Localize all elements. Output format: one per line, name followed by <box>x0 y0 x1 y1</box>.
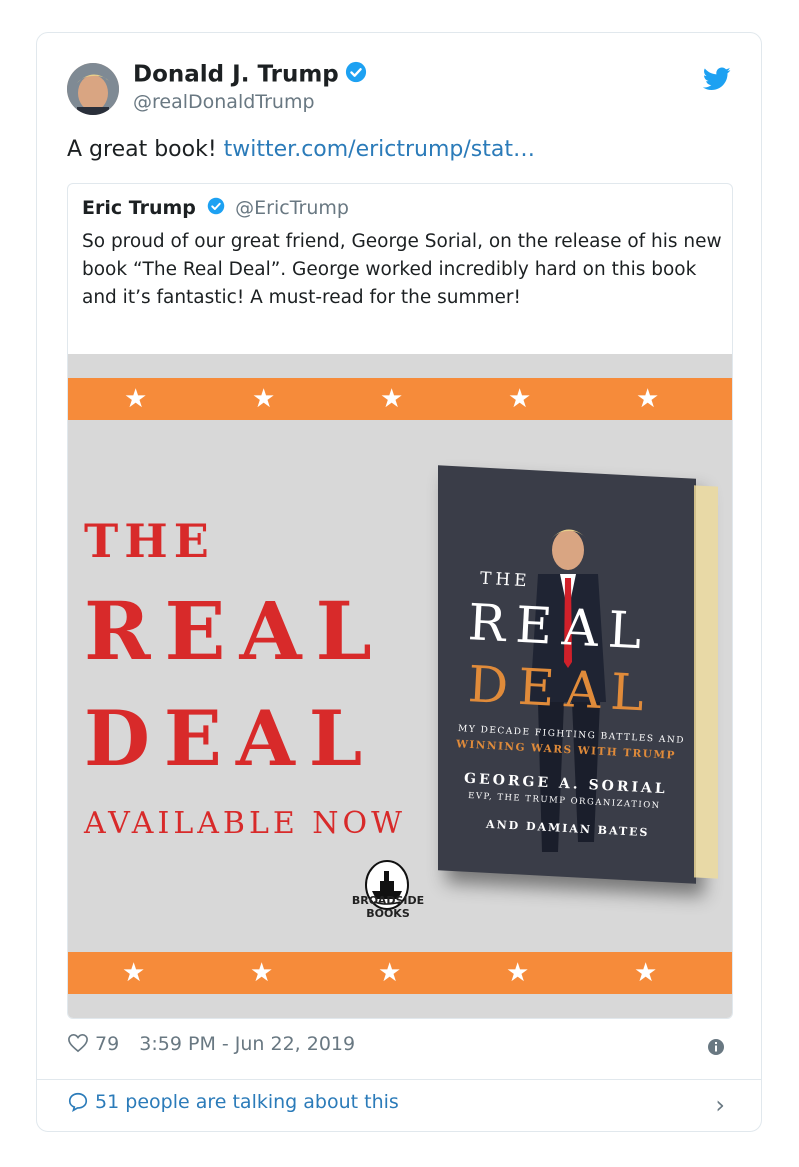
heart-icon[interactable] <box>67 1033 89 1053</box>
footer-divider <box>37 1079 761 1080</box>
star-icon: ★ <box>250 958 274 988</box>
star-icon: ★ <box>378 958 402 988</box>
quoted-author[interactable]: Eric Trump @EricTrump <box>82 197 349 220</box>
top-star-stripe: ★ ★ ★ ★ ★ <box>68 378 732 420</box>
star-icon: ★ <box>124 384 148 414</box>
bottom-star-stripe: ★ ★ ★ ★ ★ <box>68 952 732 994</box>
avatar[interactable] <box>67 63 119 115</box>
twitter-bird-icon[interactable] <box>702 67 731 95</box>
book-title-real: REAL <box>466 593 653 661</box>
star-icon: ★ <box>380 384 404 414</box>
timestamp[interactable]: 3:59 PM - Jun 22, 2019 <box>139 1033 355 1055</box>
embedded-tweet-card: Donald J. Trump @realDonaldTrump A great… <box>36 32 762 1132</box>
quoted-tweet[interactable]: Eric Trump @EricTrump So proud of our gr… <box>67 183 733 1019</box>
star-icon: ★ <box>122 958 146 988</box>
like-button[interactable]: 79 <box>67 1033 125 1055</box>
book-promo-image[interactable]: ★ ★ ★ ★ ★ THE REAL DEAL AVAILABLE NOW BR… <box>68 354 732 1018</box>
available-now-text: AVAILABLE NOW <box>84 806 406 841</box>
promo-title-real: REAL <box>84 584 386 678</box>
conversation-link[interactable]: 51 people are talking about this <box>67 1091 399 1113</box>
tweet-text: A great book! twitter.com/erictrump/stat… <box>67 137 535 162</box>
author-name[interactable]: Donald J. Trump <box>133 61 367 89</box>
book-title-the: THE <box>479 568 532 592</box>
star-icon: ★ <box>252 384 276 414</box>
book-title-deal: DEAL <box>466 655 656 723</box>
like-count[interactable]: 79 <box>95 1033 119 1055</box>
publisher-name: BROADSIDE BOOKS <box>351 894 425 920</box>
speech-bubble-icon[interactable] <box>67 1091 89 1113</box>
info-icon[interactable] <box>707 1038 725 1060</box>
author-name-text[interactable]: Donald J. Trump <box>133 62 339 88</box>
book-cover-image: THE REAL DEAL MY DECADE FIGHTING BATTLES… <box>438 465 718 884</box>
promo-title-deal: DEAL <box>84 694 377 783</box>
quoted-author-name[interactable]: Eric Trump <box>82 197 196 219</box>
star-icon: ★ <box>506 958 530 988</box>
promo-title-the: THE <box>84 514 215 568</box>
verified-badge-icon <box>345 61 367 89</box>
verified-badge-icon <box>207 197 225 220</box>
quoted-author-handle[interactable]: @EricTrump <box>235 197 349 219</box>
chevron-right-icon[interactable]: › <box>715 1091 725 1119</box>
tweet-body: A great book! <box>67 137 224 162</box>
conversation-text[interactable]: 51 people are talking about this <box>95 1091 399 1113</box>
star-icon: ★ <box>508 384 532 414</box>
quoted-tweet-link[interactable]: twitter.com/erictrump/stat… <box>224 137 535 162</box>
quoted-tweet-text: So proud of our great friend, George Sor… <box>82 231 722 308</box>
book-pages <box>694 485 718 879</box>
star-icon: ★ <box>634 958 658 988</box>
star-icon: ★ <box>636 384 660 414</box>
tweet-footer: 79 3:59 PM - Jun 22, 2019 <box>67 1033 355 1055</box>
author-handle[interactable]: @realDonaldTrump <box>133 91 315 113</box>
